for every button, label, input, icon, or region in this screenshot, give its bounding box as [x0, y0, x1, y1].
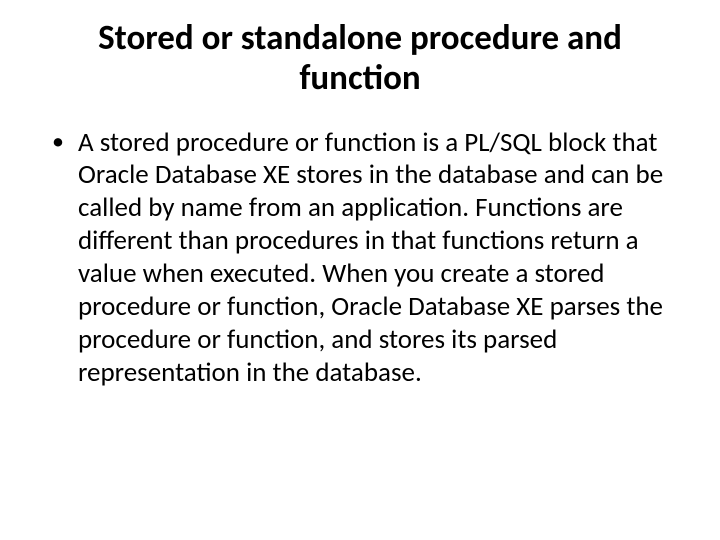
slide: Stored or standalone procedure and funct… — [0, 0, 720, 540]
slide-body: A stored procedure or function is a PL/S… — [40, 127, 680, 391]
slide-title: Stored or standalone procedure and funct… — [40, 18, 680, 99]
bullet-item: A stored procedure or function is a PL/S… — [78, 127, 680, 391]
